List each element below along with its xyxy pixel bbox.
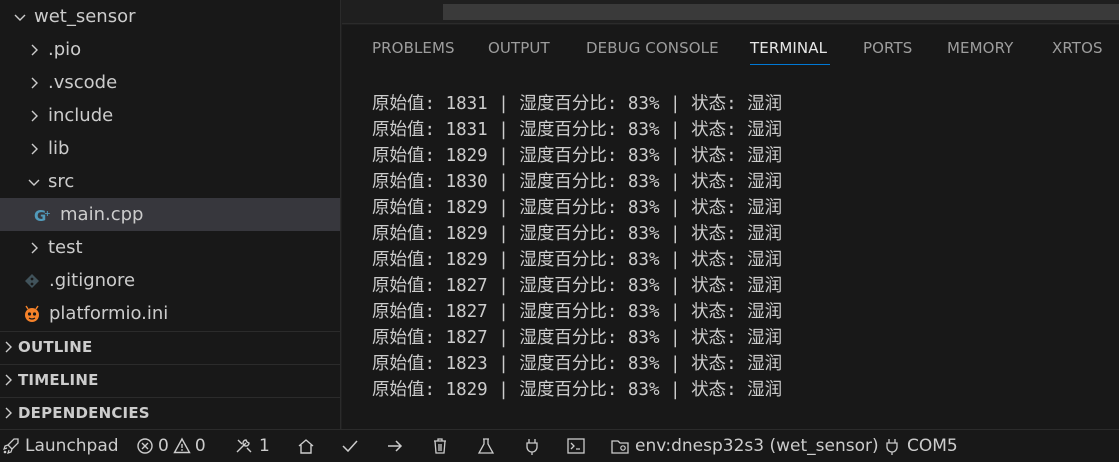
- tab-terminal[interactable]: TERMINAL: [750, 39, 827, 57]
- status-bar: Launchpad 0 0 1 env:dnesp32s3 (wet_senso…: [0, 429, 1119, 462]
- cpp-file-icon: G +: [34, 206, 52, 224]
- folder-pio[interactable]: .pio: [0, 33, 340, 66]
- error-count: 0: [158, 436, 169, 456]
- folder-wet-sensor[interactable]: wet_sensor: [0, 0, 340, 33]
- clean-button[interactable]: [430, 430, 450, 462]
- terminal-line: 原始值: 1827 | 湿度百分比: 83% | 状态: 湿润: [372, 276, 783, 296]
- folder-test[interactable]: test: [0, 231, 340, 264]
- active-tab-indicator: [750, 64, 830, 65]
- chevron-right-icon: [26, 141, 42, 157]
- git-file-icon: [23, 272, 41, 290]
- folder-include[interactable]: include: [0, 99, 340, 132]
- chevron-right-icon: [26, 75, 42, 91]
- chevron-right-icon: [26, 42, 42, 58]
- chevron-right-icon: [0, 339, 16, 355]
- section-timeline[interactable]: TIMELINE: [0, 364, 340, 394]
- rocket-icon: [2, 437, 20, 455]
- tools-icon: [234, 437, 254, 455]
- folder-label: src: [48, 171, 75, 192]
- folder-vscode[interactable]: .vscode: [0, 66, 340, 99]
- home-button[interactable]: [296, 430, 316, 462]
- horizontal-scrollbar[interactable]: [443, 4, 1119, 20]
- trash-icon: [430, 437, 450, 455]
- tab-ports[interactable]: PORTS: [863, 39, 912, 57]
- terminal-line: 原始值: 1831 | 湿度百分比: 83% | 状态: 湿润: [372, 94, 783, 114]
- check-icon: [340, 437, 360, 455]
- chevron-right-icon: [26, 240, 42, 256]
- platformio-icon: [23, 305, 41, 323]
- port-selector[interactable]: COM5: [882, 430, 958, 462]
- section-label: OUTLINE: [18, 337, 93, 356]
- folder-label: test: [48, 237, 83, 258]
- terminal-line: 原始值: 1829 | 湿度百分比: 83% | 状态: 湿润: [372, 146, 783, 166]
- file-gitignore[interactable]: .gitignore: [0, 264, 340, 297]
- home-icon: [296, 437, 316, 455]
- chevron-right-icon: [26, 108, 42, 124]
- upload-button[interactable]: [385, 430, 405, 462]
- terminal-button[interactable]: [566, 430, 586, 462]
- env-label: env:dnesp32s3 (wet_sensor): [635, 436, 879, 456]
- warning-icon: [173, 437, 191, 455]
- svg-text:+: +: [44, 209, 51, 218]
- problems-status[interactable]: 0 0: [136, 430, 206, 462]
- warning-count: 0: [194, 436, 206, 456]
- chevron-down-icon: [26, 174, 42, 190]
- terminal-line: 原始值: 1823 | 湿度百分比: 83% | 状态: 湿润: [372, 354, 783, 374]
- folder-env-icon: [610, 437, 630, 455]
- tab-xrtos[interactable]: XRTOS: [1052, 39, 1103, 57]
- tab-output[interactable]: OUTPUT: [488, 39, 550, 57]
- folder-label: include: [48, 105, 114, 126]
- file-label: platformio.ini: [49, 303, 169, 324]
- flask-icon: [476, 437, 496, 455]
- test-button[interactable]: [476, 430, 496, 462]
- build-button[interactable]: [340, 430, 360, 462]
- tab-debug-console[interactable]: DEBUG CONSOLE: [586, 39, 719, 57]
- tab-problems[interactable]: PROBLEMS: [372, 39, 455, 57]
- folder-label: wet_sensor: [34, 6, 136, 27]
- chevron-right-icon: [0, 372, 16, 388]
- file-main-cpp[interactable]: G + main.cpp: [0, 198, 340, 231]
- terminal-line: 原始值: 1830 | 湿度百分比: 83% | 状态: 湿润: [372, 172, 783, 192]
- section-dependencies[interactable]: DEPENDENCIES: [0, 397, 340, 427]
- environment-selector[interactable]: env:dnesp32s3 (wet_sensor): [610, 430, 879, 462]
- terminal-line: 原始值: 1829 | 湿度百分比: 83% | 状态: 湿润: [372, 250, 783, 270]
- error-icon: [136, 437, 154, 455]
- launchpad-label: Launchpad: [25, 436, 119, 456]
- port-label: COM5: [907, 436, 958, 456]
- tab-memory[interactable]: MEMORY: [947, 39, 1013, 57]
- ports-count: 1: [259, 436, 270, 456]
- file-label: .gitignore: [49, 270, 136, 291]
- file-label: main.cpp: [60, 204, 144, 225]
- explorer-sidebar: wet_sensor .pio .vscode include lib src …: [0, 0, 341, 429]
- plug-icon: [522, 437, 542, 455]
- chevron-down-icon: [12, 9, 28, 25]
- arrow-right-icon: [385, 437, 405, 455]
- chevron-right-icon: [0, 405, 16, 421]
- file-platformio-ini[interactable]: platformio.ini: [0, 297, 340, 330]
- section-label: TIMELINE: [18, 370, 99, 389]
- plug-icon: [882, 437, 902, 455]
- section-outline[interactable]: OUTLINE: [0, 331, 340, 361]
- folder-label: lib: [48, 138, 70, 159]
- folder-label: .pio: [48, 39, 82, 60]
- launchpad-button[interactable]: Launchpad: [2, 430, 119, 462]
- folder-label: .vscode: [48, 72, 118, 93]
- folder-src[interactable]: src: [0, 165, 340, 198]
- terminal-line: 原始值: 1829 | 湿度百分比: 83% | 状态: 湿润: [372, 380, 783, 400]
- folder-lib[interactable]: lib: [0, 132, 340, 165]
- terminal-line: 原始值: 1827 | 湿度百分比: 83% | 状态: 湿润: [372, 328, 783, 348]
- terminal-line: 原始值: 1829 | 湿度百分比: 83% | 状态: 湿润: [372, 198, 783, 218]
- ports-status[interactable]: 1: [234, 430, 270, 462]
- terminal-line: 原始值: 1829 | 湿度百分比: 83% | 状态: 湿润: [372, 224, 783, 244]
- section-label: DEPENDENCIES: [18, 403, 150, 422]
- serial-monitor-button[interactable]: [522, 430, 542, 462]
- bottom-panel: PROBLEMS OUTPUT DEBUG CONSOLE TERMINAL P…: [342, 25, 1119, 429]
- terminal-icon: [566, 437, 586, 455]
- terminal-line: 原始值: 1831 | 湿度百分比: 83% | 状态: 湿润: [372, 120, 783, 140]
- terminal-line: 原始值: 1827 | 湿度百分比: 83% | 状态: 湿润: [372, 302, 783, 322]
- panel-tab-bar: PROBLEMS OUTPUT DEBUG CONSOLE TERMINAL P…: [342, 25, 1119, 71]
